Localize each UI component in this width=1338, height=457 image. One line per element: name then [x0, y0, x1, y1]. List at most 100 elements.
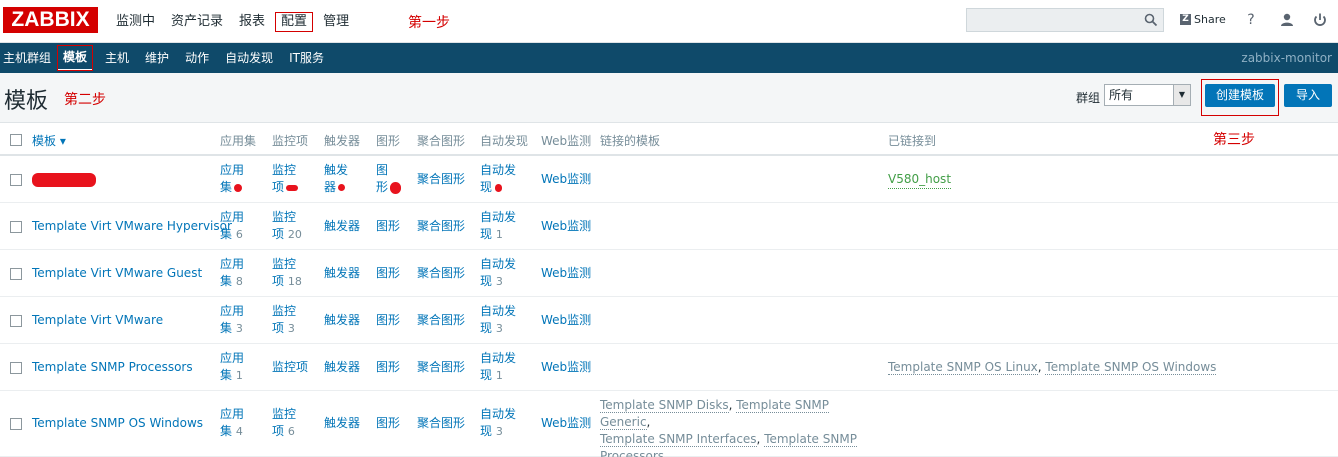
screens-link[interactable]: 聚合图形	[417, 312, 465, 329]
submenu-actions[interactable]: 动作	[179, 46, 215, 70]
row-checkbox[interactable]	[10, 221, 22, 233]
template-name-link[interactable]: Template Virt VMware Guest	[32, 265, 202, 282]
web-link[interactable]: Web监测	[541, 312, 591, 329]
submenu-hosts[interactable]: 主机	[99, 46, 135, 70]
search-input[interactable]	[966, 8, 1164, 32]
linked-to-link[interactable]: Template SNMP OS Windows	[1045, 360, 1217, 375]
screens-link[interactable]: 聚合图形	[417, 265, 465, 282]
apps-link[interactable]: 应用集	[220, 162, 248, 196]
menu-administration[interactable]: 管理	[315, 12, 357, 32]
header-linked-to: 已链接到	[888, 134, 937, 148]
screens-link[interactable]: 聚合图形	[417, 359, 465, 376]
template-name-link[interactable]: Template SNMP OS Windows	[32, 415, 203, 432]
template-name-link[interactable]: Template Virt VMware	[32, 312, 163, 329]
graphs-link[interactable]: 图形	[376, 218, 400, 235]
triggers-link[interactable]: 触发器	[324, 359, 360, 376]
import-button[interactable]: 导入	[1284, 84, 1332, 107]
graphs-link[interactable]: 图形	[376, 359, 400, 376]
power-icon[interactable]	[1311, 11, 1329, 29]
main-menu: 监测中 资产记录 报表 配置 管理	[108, 0, 357, 43]
menu-reports[interactable]: 报表	[231, 12, 273, 32]
menu-inventory[interactable]: 资产记录	[163, 12, 231, 32]
triggers-link[interactable]: 触发器	[324, 218, 360, 235]
submenu-discovery[interactable]: 自动发现	[219, 46, 279, 70]
linked-template-link[interactable]: Template SNMP Disks	[600, 398, 729, 413]
items-link[interactable]: 监控项 6	[272, 406, 296, 440]
row-checkbox[interactable]	[10, 268, 22, 280]
apps-link[interactable]: 应用集 4	[220, 406, 248, 440]
user-icon[interactable]	[1278, 11, 1296, 29]
chevron-down-icon[interactable]: ▼	[1173, 85, 1190, 105]
triggers-link[interactable]: 触发器	[324, 265, 360, 282]
triggers-link[interactable]: 触发器	[324, 162, 352, 196]
row-checkbox[interactable]	[10, 418, 22, 430]
linked-template-link[interactable]: Processors	[600, 449, 665, 457]
header-items: 监控项	[272, 134, 309, 148]
linked-template-link[interactable]: Template SNMP Interfaces	[600, 432, 757, 447]
graphs-link[interactable]: 图形	[376, 162, 406, 196]
share-icon: Z	[1180, 14, 1191, 25]
web-link[interactable]: Web监测	[541, 265, 591, 282]
header-graphs: 图形	[376, 134, 401, 148]
search-icon[interactable]	[1144, 13, 1158, 27]
header-web: Web监测	[541, 134, 592, 148]
share-button[interactable]: Z Share	[1180, 13, 1226, 26]
template-name-link[interactable]: Template SNMP Processors	[32, 359, 193, 376]
triggers-link[interactable]: 触发器	[324, 312, 360, 329]
items-link[interactable]: 监控项	[272, 359, 308, 376]
submenu-templates[interactable]: 模板	[57, 45, 94, 71]
apps-link[interactable]: 应用集 8	[220, 256, 248, 290]
row-checkbox[interactable]	[10, 362, 22, 374]
header-discovery: 自动发现	[480, 134, 529, 148]
screens-link[interactable]: 聚合图形	[417, 218, 465, 235]
row-checkbox[interactable]	[10, 174, 22, 186]
items-link[interactable]: 监控项 20	[272, 209, 302, 243]
question-icon[interactable]: ?	[1242, 11, 1260, 29]
discovery-link[interactable]: 自动发现 1	[480, 209, 516, 243]
graphs-link[interactable]: 图形	[376, 265, 400, 282]
menu-configuration[interactable]: 配置	[275, 11, 314, 32]
group-label: 群组	[1076, 91, 1101, 105]
group-select[interactable]: 所有 ▼	[1104, 84, 1191, 106]
web-link[interactable]: Web监测	[541, 415, 591, 432]
linked-template-link[interactable]: Template SNMP	[764, 432, 857, 447]
discovery-link[interactable]: 自动发现	[480, 162, 516, 196]
screens-link[interactable]: 聚合图形	[417, 415, 465, 432]
row-checkbox[interactable]	[10, 315, 22, 327]
table-row: Template SNMP Processors 应用集 1 监控项 触发器 图…	[0, 344, 1338, 391]
discovery-link[interactable]: 自动发现 3	[480, 256, 516, 290]
submenu-it-services[interactable]: IT服务	[283, 46, 330, 70]
share-label: Share	[1194, 13, 1226, 26]
zabbix-logo[interactable]: ZABBIX	[3, 7, 98, 33]
linked-to-link[interactable]: Template SNMP OS Linux	[888, 360, 1038, 375]
screens-link[interactable]: 聚合图形	[417, 171, 465, 188]
template-name-redacted[interactable]	[32, 171, 96, 188]
graphs-link[interactable]: 图形	[376, 415, 400, 432]
linked-host-link[interactable]: V580_host	[888, 171, 952, 189]
sub-menu-bar: 主机群组 模板 主机 维护 动作 自动发现 IT服务 zabbix-monito…	[0, 43, 1338, 73]
header-name-sort[interactable]: 模板 ▾	[32, 132, 66, 149]
submenu-host-groups[interactable]: 主机群组	[0, 46, 57, 70]
items-link[interactable]: 监控项 18	[272, 256, 302, 290]
discovery-link[interactable]: 自动发现 3	[480, 303, 516, 337]
sub-menu: 主机群组 模板 主机 维护 动作 自动发现 IT服务	[0, 43, 330, 73]
template-name-link[interactable]: Template Virt VMware Hypervisor	[32, 218, 232, 235]
step2-annotation: 第二步	[64, 92, 106, 108]
menu-monitoring[interactable]: 监测中	[108, 12, 163, 32]
discovery-link[interactable]: 自动发现 3	[480, 406, 516, 440]
discovery-link[interactable]: 自动发现 1	[480, 350, 516, 384]
apps-link[interactable]: 应用集 1	[220, 350, 248, 384]
select-all-checkbox[interactable]	[10, 134, 22, 146]
apps-link[interactable]: 应用集 3	[220, 303, 248, 337]
graphs-link[interactable]: 图形	[376, 312, 400, 329]
web-link[interactable]: Web监测	[541, 171, 591, 188]
web-link[interactable]: Web监测	[541, 359, 591, 376]
header-linked-templates: 链接的模板	[600, 134, 661, 148]
create-template-button[interactable]: 创建模板	[1205, 84, 1275, 107]
web-link[interactable]: Web监测	[541, 218, 591, 235]
apps-link[interactable]: 应用集 6	[220, 209, 248, 243]
triggers-link[interactable]: 触发器	[324, 415, 360, 432]
items-link[interactable]: 监控项	[272, 162, 300, 196]
submenu-maintenance[interactable]: 维护	[139, 46, 175, 70]
items-link[interactable]: 监控项 3	[272, 303, 296, 337]
